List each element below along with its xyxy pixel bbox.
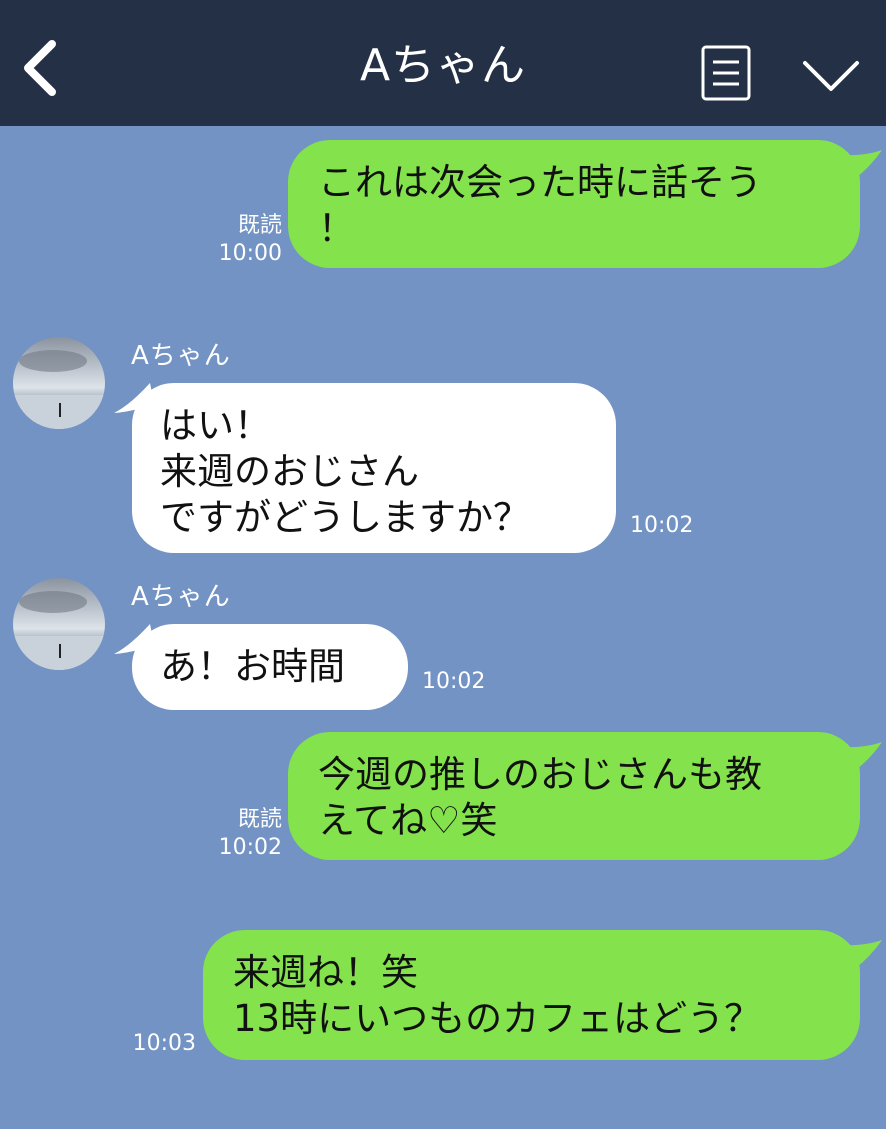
- message-bubble[interactable]: 来週ね！笑 13時にいつものカフェはどう？: [203, 930, 860, 1060]
- read-receipt: 既読: [237, 807, 282, 832]
- message-time: 10:03: [132, 1031, 196, 1056]
- message-time: 10:00: [218, 241, 282, 266]
- chevron-down-icon: [803, 61, 859, 91]
- dropdown-button[interactable]: [800, 50, 862, 96]
- list-icon: [701, 45, 751, 101]
- message-bubble[interactable]: これは次会った時に話そう ！: [288, 140, 860, 268]
- message-time: 10:02: [422, 669, 486, 694]
- message-meta: 既読 10:00: [196, 212, 282, 268]
- message-bubble[interactable]: 今週の推しのおじさんも教 えてね♡笑: [288, 732, 860, 860]
- avatar[interactable]: [13, 578, 105, 670]
- message-bubble[interactable]: あ！お時間: [132, 624, 408, 710]
- message-meta: 10:03: [110, 1030, 196, 1058]
- message-time: 10:02: [218, 835, 282, 860]
- sender-name: Aちゃん: [131, 582, 231, 612]
- message-bubble[interactable]: はい！ 来週のおじさん ですがどうしますか？: [132, 383, 616, 553]
- menu-button[interactable]: [700, 44, 754, 102]
- message-meta: 既読 10:02: [196, 806, 282, 862]
- message-time: 10:02: [630, 513, 694, 538]
- avatar-photo: [13, 350, 105, 429]
- avatar[interactable]: [13, 337, 105, 429]
- avatar-photo: [13, 591, 105, 670]
- chat-header: Aちゃん: [0, 0, 886, 126]
- read-receipt: 既読: [237, 213, 282, 238]
- sender-name: Aちゃん: [131, 341, 231, 371]
